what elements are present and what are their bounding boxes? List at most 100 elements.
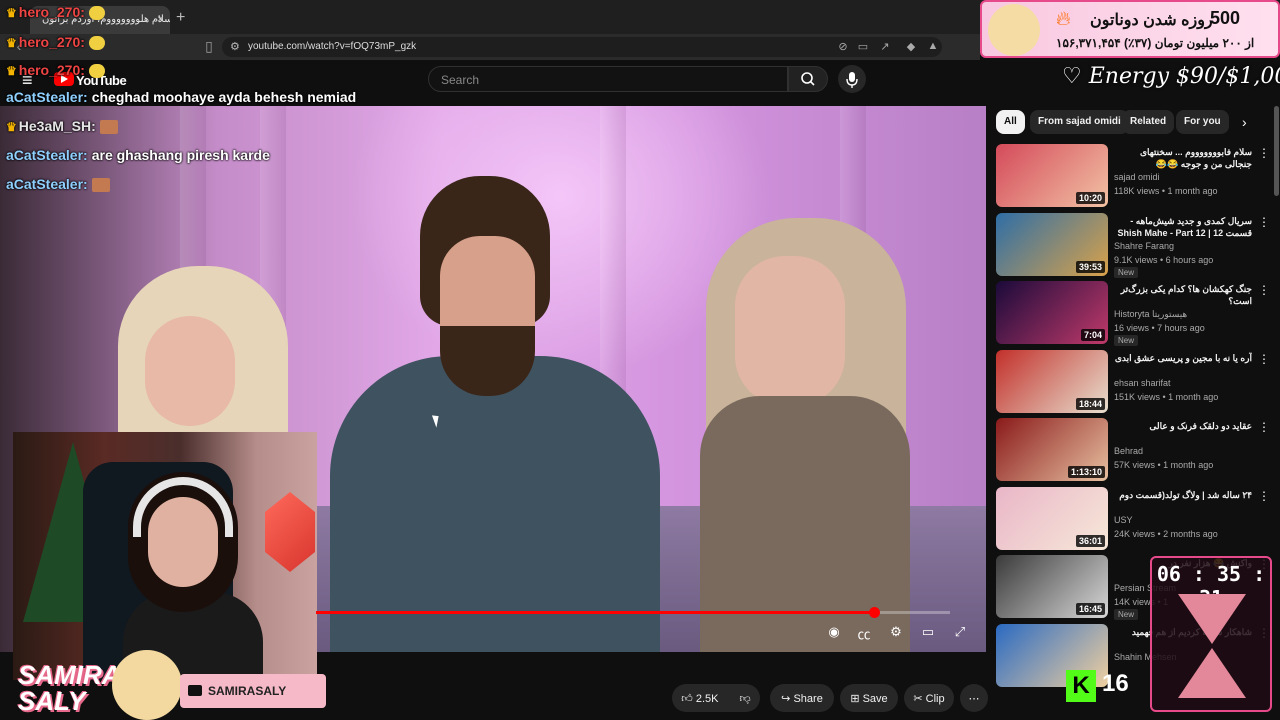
chat-username: hero_270: [18,34,85,50]
mute-icon[interactable]: ⊘ [836,40,850,54]
chevron-right-icon[interactable]: › [1242,114,1247,130]
more-options-icon[interactable]: ⋮ [1258,489,1270,503]
video-actions: 👍︎ 2.5K 👎︎ ↪ Share ⊞ Save ✂ Clip ⋯ [672,684,992,712]
video-title[interactable]: عقاید دو دلقک فرنک و عالی [1114,420,1252,432]
fullscreen-icon[interactable]: ⤢ [950,624,970,640]
social-handle: SAMIRASALY [208,684,287,698]
crown-icon: ♛ [6,6,17,20]
save-button[interactable]: ⊞ Save [840,684,898,712]
channel-name: sajad omidi [1114,172,1160,182]
video-duration: 39:53 [1075,260,1105,273]
streamer-webcam [13,432,317,680]
chip-for-you[interactable]: For you [1176,110,1229,134]
chat-message: ♛ hero_270: [6,34,105,51]
video-thumbnail[interactable]: 7:04 [996,281,1108,344]
more-options-icon[interactable]: ⋮ [1258,215,1270,229]
video-title[interactable]: سلام فابوووووووم ... سخنتهای جنجالی من و… [1114,146,1252,170]
donation-goal-banner: 🔥︎ روزه شدن دوناتون 500 ۱۵۶,۳۷۱,۴۵۴ از ۲… [980,0,1280,58]
scrubber-handle[interactable] [868,607,880,618]
countdown-timer-widget: 06 : 35 : 31 [1150,556,1272,712]
view-count: 24K views • 2 months ago [1114,528,1218,539]
chip-from-channel[interactable]: From sajad omidi [1030,110,1129,134]
chat-username: aCatStealer: [6,176,88,192]
more-options-icon[interactable]: ⋮ [1258,352,1270,366]
social-handle-badge: SAMIRASALY [180,674,326,708]
video-title[interactable]: جنگ کهکشان ها؟ کدام یکی بزرگ‌تر است؟ [1114,283,1252,307]
share-button[interactable]: ↪ Share [770,684,834,712]
microphone-icon [846,72,858,88]
chat-message: ♛ hero_270: [6,4,105,21]
dislike-icon[interactable]: 👎︎ [740,693,751,705]
chat-text: are ghashang piresh karde [91,147,270,163]
clip-button[interactable]: ✂ Clip [904,684,954,712]
recommendation-item[interactable]: 1:13:10 عقاید دو دلقک فرنک و عالی Behrad 57… [996,418,1276,482]
cartoon-avatar [112,650,182,720]
view-count: 151K views • 1 month ago [1114,391,1219,402]
captions-icon[interactable]: ㏄ [854,624,874,642]
video-thumbnail[interactable]: 39:53 [996,212,1108,276]
settings-gear-icon[interactable]: ⚙ [886,624,906,640]
video-duration: 10:20 [1075,192,1105,204]
brave-icon[interactable]: ◆ [904,40,918,54]
video-title[interactable]: ۲۴ ساله شد | ولاگ تولد(قسمت دوم [1114,489,1252,501]
share-page-icon[interactable]: ↗ [878,40,892,54]
center-person-body [330,356,660,652]
video-duration: 1:13:10 [1067,466,1105,478]
recommendation-item[interactable]: 18:44 آره یا نه با مجین و پریسی عشق ابدی e… [996,349,1276,414]
chat-message: ♛ hero_270: [6,62,105,79]
recommendation-item[interactable]: 10:20 سلام فابوووووووم ... سخنتهای جنجالی… [996,144,1276,208]
like-dislike-button[interactable]: 👍︎ 2.5K 👎︎ [672,684,760,712]
search-input[interactable]: Search [428,66,788,92]
chip-all[interactable]: All [996,110,1025,134]
cast-icon[interactable]: ▭ [856,40,870,54]
donation-progress-text: ۱۵۶,۳۷۱,۴۵۴ از ۲۰۰ میلیون تومان (۳۷٪) [1056,36,1255,50]
miniplayer-icon[interactable]: ▭ [918,624,938,640]
video-progress-bar[interactable] [316,607,950,618]
share-icon: ↪ [781,693,794,705]
emote-icon [99,120,118,135]
recommendation-item[interactable]: 39:53 سریال کمدی و جدید شیش‌ماهه - قسمت 1… [996,212,1276,278]
crown-icon: ♛ [6,120,17,134]
video-title[interactable]: آره یا نه با مجین و پریسی عشق ابدی [1114,352,1252,364]
voice-search-button[interactable] [838,65,866,93]
video-duration: 36:01 [1075,534,1105,547]
hexagon-light [265,492,315,572]
search-icon [801,72,815,86]
video-duration: 18:44 [1075,397,1105,410]
more-options-icon[interactable]: ⋮ [1258,146,1270,160]
sidebar-scrollbar[interactable] [1274,106,1279,196]
more-options-icon[interactable]: ⋮ [1258,420,1270,434]
video-thumbnail[interactable]: 10:20 [996,144,1108,207]
chip-related[interactable]: Related [1122,110,1175,134]
stream-chat-overlay: ♛ hero_270: ♛ hero_270: ♛ hero_270: aCatSte… [0,0,420,200]
video-thumbnail[interactable]: 16:45 [996,555,1108,618]
donation-title: روزه شدن دوناتون [1090,12,1213,29]
recommendation-item[interactable]: 36:01 ۲۴ ساله شد | ولاگ تولد(قسمت دوم USY 2… [996,486,1276,551]
chat-username: aCatStealer: [6,147,88,163]
channel-name: Behrad [1114,446,1144,456]
channel-name: Shahre Farang [1114,240,1175,251]
video-thumbnail[interactable]: 1:13:10 [996,418,1108,481]
chat-username: hero_270: [18,4,85,20]
like-icon[interactable]: 👍︎ [681,693,696,705]
brand-name-line2: SALY [18,686,86,716]
video-thumbnail[interactable]: 36:01 [996,486,1108,550]
video-duration: 16:45 [1075,603,1105,615]
search-button[interactable] [788,66,828,92]
chat-message: aCatStealer: are ghashang piresh karde [6,147,270,163]
video-thumbnail[interactable]: 18:44 [996,349,1108,413]
video-title[interactable]: سریال کمدی و جدید شیش‌ماهه - قسمت 12 | S… [1114,215,1252,239]
video-duration: 7:04 [1080,329,1105,341]
more-options-icon[interactable]: ⋮ [1258,283,1270,297]
recommendation-item[interactable]: 7:04 جنگ کهکشان ها؟ کدام یکی بزرگ‌تر است؟… [996,281,1276,346]
crown-icon: ♛ [6,36,17,50]
rewards-icon[interactable]: ▲ [926,40,940,54]
more-actions-button[interactable]: ⋯ [960,684,988,712]
channel-name: ehsan sharifat [1114,377,1171,388]
viewer-count: 16 [1102,670,1129,697]
autoplay-toggle-icon[interactable]: ◉ [824,624,844,640]
crown-icon: ♛ [6,64,17,78]
kick-logo-icon: K [1066,670,1096,702]
share-label: Share [793,693,823,705]
left-person-face [145,316,235,426]
